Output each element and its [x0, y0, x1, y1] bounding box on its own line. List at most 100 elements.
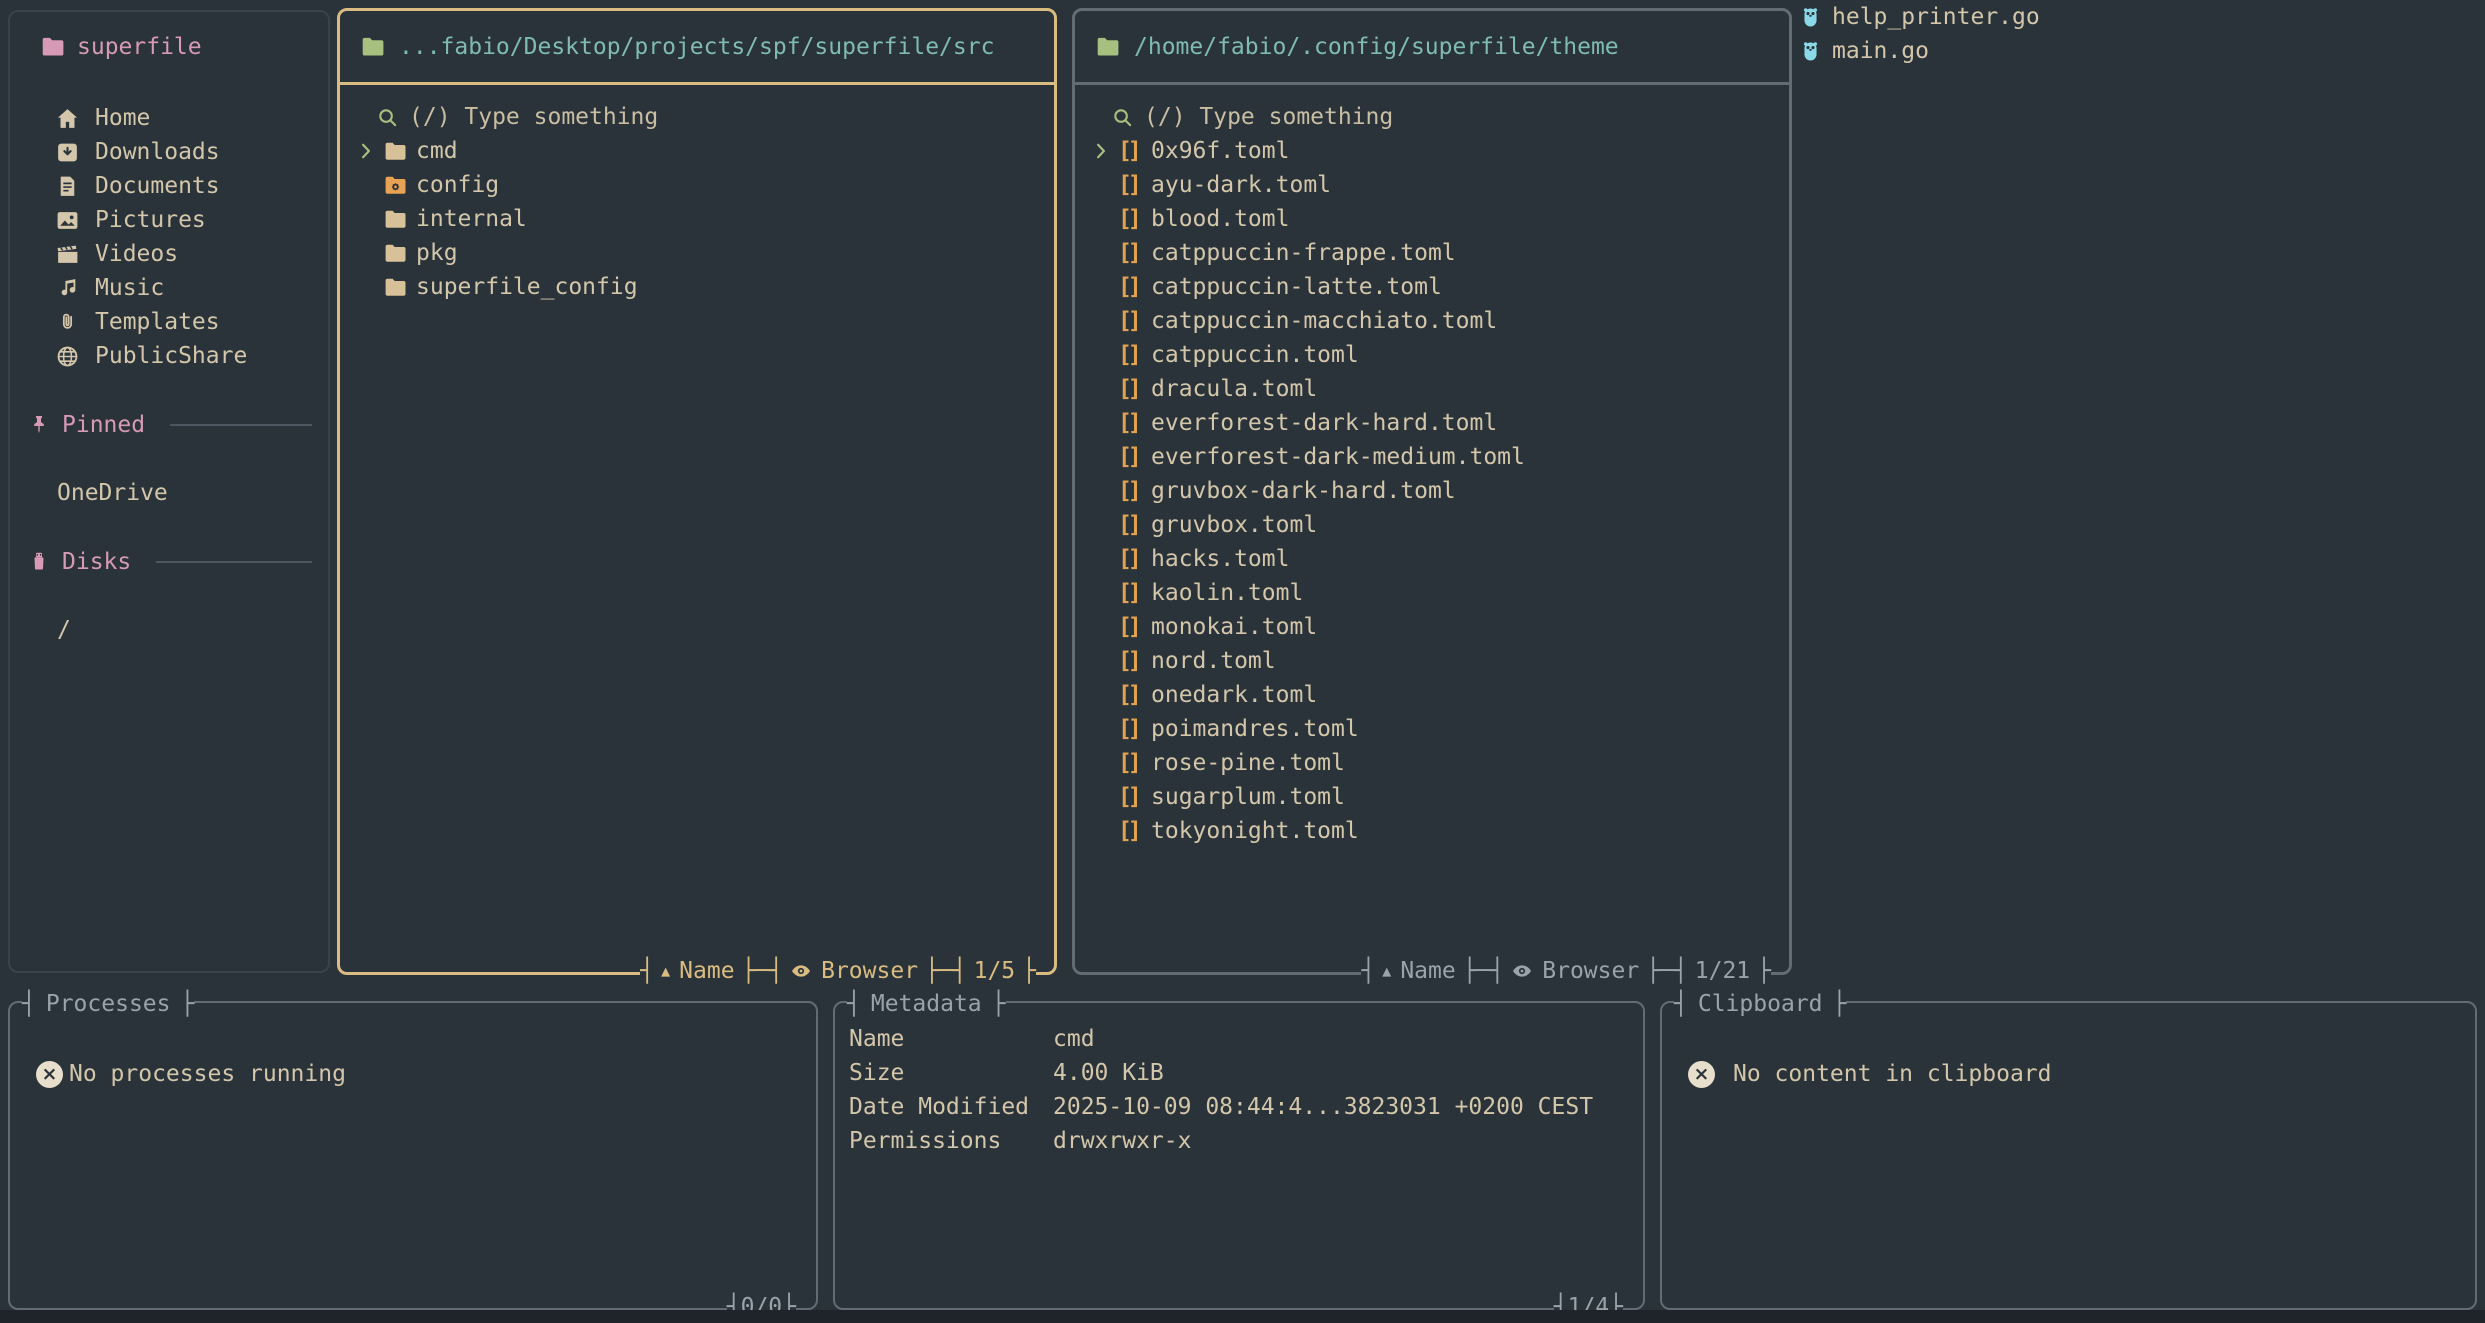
cursor-position: 1/21: [1695, 954, 1750, 988]
file-name: poimandres.toml: [1151, 712, 1359, 746]
file-name: monokai.toml: [1151, 610, 1317, 644]
metadata-value: drwxrwxr-x: [1053, 1124, 1191, 1158]
pinned-item[interactable]: OneDrive: [10, 476, 328, 510]
file-name: main.go: [1832, 34, 1929, 68]
chevron-right-icon: [356, 141, 383, 161]
file-row[interactable]: [] ayu-dark.toml: [1091, 168, 1789, 202]
toml-file-icon: []: [1118, 304, 1151, 338]
pinned-section-header: Pinned: [10, 408, 328, 442]
sort-mode: Name: [1400, 954, 1455, 988]
document-icon: [55, 174, 83, 199]
pin-icon: [27, 413, 51, 437]
panel-path: ...fabio/Desktop/projects/spf/superfile/…: [399, 30, 994, 64]
file-panel-src: ...fabio/Desktop/projects/spf/superfile/…: [337, 8, 1057, 975]
toml-file-icon: []: [1118, 202, 1151, 236]
file-row[interactable]: [] cmd: [356, 134, 1054, 168]
file-row[interactable]: [] config: [356, 168, 1054, 202]
eye-icon: [790, 960, 812, 982]
sidebar-item[interactable]: Videos: [10, 237, 328, 271]
search-bar[interactable]: (/) Type something: [1091, 100, 1789, 134]
disk-item[interactable]: /: [10, 613, 328, 647]
sidebar-item[interactable]: Documents: [10, 169, 328, 203]
sidebar-item-label: Videos: [95, 237, 178, 271]
file-row[interactable]: [] hacks.toml: [1091, 542, 1789, 576]
home-icon: [55, 106, 83, 131]
sort-asc-icon: ▲: [661, 954, 670, 988]
file-row[interactable]: [] dracula.toml: [1091, 372, 1789, 406]
file-row[interactable]: [] 0x96f.toml: [1091, 134, 1789, 168]
file-name: nord.toml: [1151, 644, 1276, 678]
file-row[interactable]: [] gruvbox-dark-hard.toml: [1091, 474, 1789, 508]
section-divider: [170, 424, 312, 426]
file-row[interactable]: [] nord.toml: [1091, 644, 1789, 678]
go-file-list: help_printer.go main.go: [1798, 0, 2040, 68]
file-name: catppuccin-latte.toml: [1151, 270, 1442, 304]
terminal-bottom-strip: [0, 1310, 2485, 1323]
file-name: onedark.toml: [1151, 678, 1317, 712]
file-row[interactable]: [] blood.toml: [1091, 202, 1789, 236]
panel-mode: Browser: [821, 954, 918, 988]
metadata-value: 4.00 KiB: [1053, 1056, 1164, 1090]
toml-file-icon: []: [1118, 746, 1151, 780]
file-row[interactable]: [] everforest-dark-medium.toml: [1091, 440, 1789, 474]
sidebar-item[interactable]: Music: [10, 271, 328, 305]
file-name: gruvbox.toml: [1151, 508, 1317, 542]
file-row[interactable]: main.go: [1798, 34, 2040, 68]
clipboard-panel: ┤Clipboard├ × No content in clipboard: [1660, 1001, 2477, 1310]
metadata-panel: ┤Metadata├ Name cmd Size 4.00 KiB Date M…: [833, 1001, 1645, 1310]
folder-gear-icon: [383, 173, 416, 198]
file-list: [] 0x96f.toml [] ayu-dark.toml []: [1091, 134, 1789, 848]
metadata-label: Date Modified: [849, 1090, 1053, 1124]
file-name: catppuccin.toml: [1151, 338, 1359, 372]
section-divider: [156, 561, 312, 563]
file-row[interactable]: [] kaolin.toml: [1091, 576, 1789, 610]
file-row[interactable]: help_printer.go: [1798, 0, 2040, 34]
file-name: config: [416, 168, 499, 202]
file-row[interactable]: [] catppuccin.toml: [1091, 338, 1789, 372]
image-icon: [55, 208, 83, 233]
file-row[interactable]: [] catppuccin-latte.toml: [1091, 270, 1789, 304]
sidebar-item-label: Templates: [95, 305, 220, 339]
file-row[interactable]: [] monokai.toml: [1091, 610, 1789, 644]
file-row[interactable]: [] catppuccin-frappe.toml: [1091, 236, 1789, 270]
file-row[interactable]: [] everforest-dark-hard.toml: [1091, 406, 1789, 440]
x-circle-icon: ×: [1688, 1061, 1715, 1088]
processes-panel-title: ┤Processes├: [22, 986, 194, 1022]
metadata-panel-title: ┤Metadata├: [847, 986, 1006, 1022]
sidebar-item[interactable]: Downloads: [10, 135, 328, 169]
disks-label: Disks: [62, 545, 131, 579]
metadata-row: Size 4.00 KiB: [849, 1056, 1643, 1090]
file-name: pkg: [416, 236, 458, 270]
folder-icon: [360, 34, 386, 60]
toml-file-icon: []: [1118, 644, 1151, 678]
file-row[interactable]: [] onedark.toml: [1091, 678, 1789, 712]
metadata-value: 2025-10-09 08:44:4...3823031 +0200 CEST: [1053, 1090, 1593, 1124]
toml-file-icon: []: [1118, 508, 1151, 542]
toml-file-icon: []: [1118, 576, 1151, 610]
sidebar-item[interactable]: Home: [10, 101, 328, 135]
sidebar-item[interactable]: PublicShare: [10, 339, 328, 373]
sidebar-item[interactable]: Templates: [10, 305, 328, 339]
file-name: rose-pine.toml: [1151, 746, 1345, 780]
file-row[interactable]: [] rose-pine.toml: [1091, 746, 1789, 780]
file-row[interactable]: [] pkg: [356, 236, 1054, 270]
sidebar-item[interactable]: Pictures: [10, 203, 328, 237]
app-title: superfile: [10, 30, 328, 64]
file-row[interactable]: [] internal: [356, 202, 1054, 236]
panel-statusbar: ┤▲Name├─┤Browser├─┤1/5├: [640, 953, 1036, 989]
toml-file-icon: []: [1118, 542, 1151, 576]
search-bar[interactable]: (/) Type something: [356, 100, 1054, 134]
file-row[interactable]: [] poimandres.toml: [1091, 712, 1789, 746]
file-row[interactable]: [] catppuccin-macchiato.toml: [1091, 304, 1789, 338]
file-row[interactable]: [] gruvbox.toml: [1091, 508, 1789, 542]
panel-statusbar: ┤▲Name├─┤Browser├─┤1/21├: [1361, 953, 1771, 989]
metadata-row: Date Modified 2025-10-09 08:44:4...38230…: [849, 1090, 1643, 1124]
file-row[interactable]: [] superfile_config: [356, 270, 1054, 304]
x-circle-icon: ×: [36, 1061, 63, 1088]
toml-file-icon: []: [1118, 168, 1151, 202]
folder-icon: [383, 241, 416, 266]
file-row[interactable]: [] tokyonight.toml: [1091, 814, 1789, 848]
sort-mode: Name: [679, 954, 734, 988]
metadata-row: Permissions drwxrwxr-x: [849, 1124, 1643, 1158]
file-row[interactable]: [] sugarplum.toml: [1091, 780, 1789, 814]
